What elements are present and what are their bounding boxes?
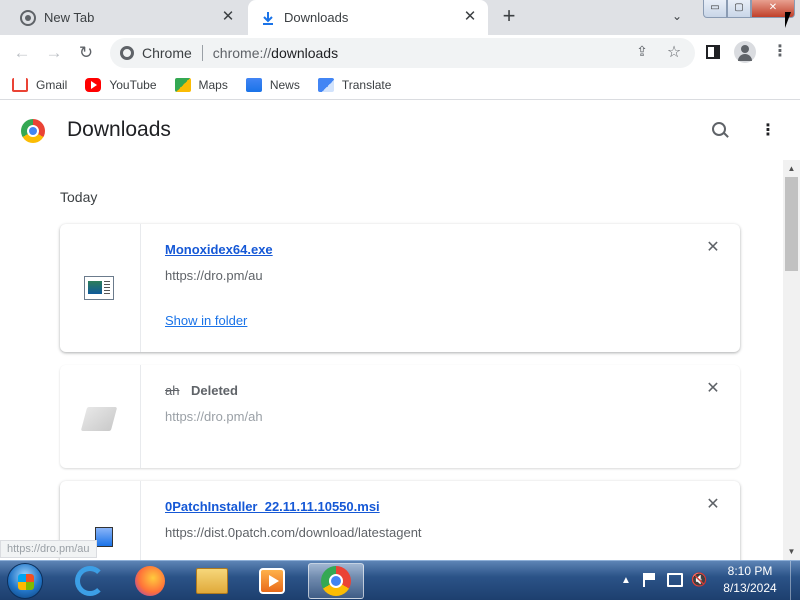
remove-download-icon[interactable]: ✕ bbox=[706, 381, 720, 397]
bookmark-star-icon[interactable]: ☆ bbox=[665, 42, 683, 61]
file-name-link[interactable]: Monoxidex64.exe bbox=[165, 242, 273, 257]
tab-strip: New Tab ✕ Downloads ✕ + ⌄ ▭ ▢ ✕ bbox=[0, 0, 800, 35]
taskbar-firefox[interactable] bbox=[122, 563, 178, 599]
close-tab-icon[interactable]: ✕ bbox=[220, 9, 236, 25]
start-button[interactable] bbox=[7, 563, 43, 599]
share-icon[interactable]: ⇪ bbox=[633, 43, 651, 61]
bookmark-gmail[interactable]: Gmail bbox=[12, 77, 68, 92]
file-source-url: https://dist.0patch.com/download/latesta… bbox=[165, 525, 422, 540]
firefox-icon bbox=[135, 566, 165, 596]
file-source-url: https://dro.pm/au bbox=[165, 268, 263, 283]
bookmark-label: News bbox=[269, 77, 300, 92]
page-scrollbar[interactable]: ▲ ▼ bbox=[783, 160, 800, 560]
scrollbar-thumb[interactable] bbox=[785, 177, 798, 271]
volume-muted-icon[interactable]: 🔇 bbox=[691, 573, 707, 587]
tab-label: Downloads bbox=[284, 10, 349, 25]
maps-icon bbox=[174, 77, 191, 92]
youtube-icon bbox=[85, 77, 102, 92]
file-name-link[interactable]: 0PatchInstaller_22.11.11.10550.msi bbox=[165, 499, 380, 514]
file-icon-column bbox=[60, 224, 141, 352]
browser-menu-icon[interactable]: ⋮ bbox=[772, 43, 788, 61]
show-desktop-button[interactable] bbox=[790, 561, 800, 600]
remove-download-icon[interactable]: ✕ bbox=[706, 497, 720, 513]
chrome-icon bbox=[321, 566, 351, 596]
taskbar-chrome[interactable] bbox=[308, 563, 364, 599]
address-bar[interactable]: Chrome chrome://downloads bbox=[110, 38, 695, 68]
taskbar-file-explorer[interactable] bbox=[184, 563, 240, 599]
chrome-logo-icon bbox=[21, 119, 45, 143]
bookmark-label: Maps bbox=[198, 77, 228, 92]
maximize-button[interactable]: ▢ bbox=[727, 0, 751, 18]
network-icon[interactable] bbox=[667, 573, 683, 587]
bookmark-label: Translate bbox=[341, 77, 392, 92]
taskbar-internet-explorer[interactable] bbox=[62, 563, 118, 599]
close-tab-icon[interactable]: ✕ bbox=[462, 9, 478, 25]
system-clock[interactable]: 8:10 PM 8/13/2024 bbox=[715, 563, 785, 597]
date-section-heading: Today bbox=[60, 189, 98, 205]
news-icon bbox=[245, 77, 262, 92]
minimize-button[interactable]: ▭ bbox=[703, 0, 727, 18]
file-icon-column bbox=[60, 365, 141, 468]
bookmark-maps[interactable]: Maps bbox=[174, 77, 228, 92]
chrome-icon bbox=[20, 9, 36, 26]
installer-file-icon bbox=[95, 527, 113, 547]
internet-explorer-icon bbox=[75, 566, 105, 596]
scroll-up-arrow-icon[interactable]: ▲ bbox=[783, 160, 800, 177]
show-hidden-icons-icon[interactable]: ▲ bbox=[621, 575, 631, 593]
file-source-url: https://dro.pm/ah bbox=[165, 409, 263, 424]
more-actions-icon[interactable]: ⋮ bbox=[760, 121, 776, 141]
status-bubble-url: https://dro.pm/au bbox=[0, 540, 97, 558]
omnibox-divider bbox=[201, 45, 203, 61]
download-item: Monoxidex64.exe https://dro.pm/au Show i… bbox=[60, 224, 740, 352]
forward-button[interactable]: → bbox=[43, 42, 65, 64]
page-title: Downloads bbox=[67, 118, 171, 141]
remove-download-icon[interactable]: ✕ bbox=[706, 240, 720, 256]
tab-label: New Tab bbox=[44, 10, 95, 25]
translate-icon bbox=[317, 77, 334, 92]
bookmark-news[interactable]: News bbox=[245, 77, 300, 92]
taskbar-media-player[interactable] bbox=[244, 563, 300, 599]
url-scheme: chrome:// bbox=[212, 45, 272, 61]
deleted-file-icon bbox=[80, 407, 118, 431]
tab-search-icon[interactable]: ⌄ bbox=[672, 9, 688, 25]
file-name: ah bbox=[165, 383, 180, 398]
show-in-folder-link[interactable]: Show in folder bbox=[165, 313, 247, 328]
new-tab-button[interactable]: + bbox=[498, 5, 520, 28]
side-panel-icon[interactable] bbox=[706, 45, 720, 59]
url-text[interactable]: chrome://downloads bbox=[213, 45, 338, 61]
bookmarks-bar: Gmail YouTube Maps News Translate bbox=[0, 70, 800, 100]
media-player-icon bbox=[259, 568, 285, 594]
reload-button[interactable]: ↻ bbox=[75, 42, 97, 64]
gmail-icon bbox=[12, 77, 28, 92]
bookmark-label: YouTube bbox=[109, 77, 157, 92]
bookmark-translate[interactable]: Translate bbox=[317, 77, 392, 92]
url-path: downloads bbox=[271, 45, 339, 61]
scroll-down-arrow-icon[interactable]: ▼ bbox=[783, 543, 800, 560]
clock-time: 8:10 PM bbox=[727, 564, 773, 578]
bookmark-youtube[interactable]: YouTube bbox=[85, 77, 157, 92]
search-icon[interactable] bbox=[711, 121, 731, 141]
profile-avatar[interactable] bbox=[734, 41, 756, 63]
site-chip[interactable]: Chrome bbox=[110, 45, 192, 61]
tab-downloads[interactable]: Downloads ✕ bbox=[248, 0, 488, 35]
tab-new-tab[interactable]: New Tab ✕ bbox=[0, 0, 246, 35]
download-icon bbox=[260, 10, 276, 26]
back-button[interactable]: ← bbox=[11, 42, 33, 64]
action-center-flag-icon[interactable] bbox=[643, 573, 657, 587]
folder-icon bbox=[196, 568, 228, 594]
bookmark-label: Gmail bbox=[36, 77, 68, 92]
clock-date: 8/13/2024 bbox=[723, 581, 777, 595]
download-item: 0PatchInstaller_22.11.11.10550.msi https… bbox=[60, 481, 740, 571]
mouse-cursor-icon bbox=[785, 12, 791, 28]
deleted-status: Deleted bbox=[191, 383, 238, 398]
executable-file-icon bbox=[84, 276, 114, 300]
site-chip-label: Chrome bbox=[142, 45, 192, 61]
chrome-icon bbox=[120, 46, 134, 60]
download-item: ah Deleted https://dro.pm/ah ✕ bbox=[60, 365, 740, 468]
